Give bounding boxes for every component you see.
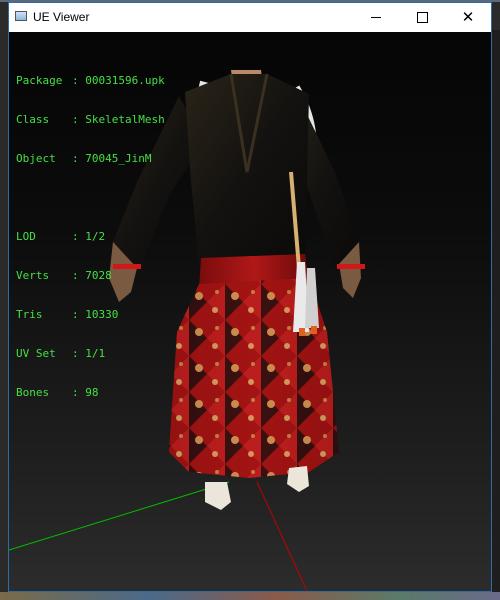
info-object-value: 70045_JinM — [85, 152, 152, 165]
desktop-background-right — [492, 30, 500, 600]
info-verts: Verts: 7028 — [16, 269, 112, 282]
desktop-background-left — [0, 30, 8, 600]
mesh-info-overlay: Package: 00031596.upk Class: SkeletalMes… — [16, 48, 165, 425]
window-title: UE Viewer — [33, 10, 90, 24]
character-left-foot — [205, 482, 231, 510]
info-tris-label: Tris — [16, 308, 43, 321]
ue-viewer-window: UE Viewer ✕ Package: 00031596.upk Class… — [8, 2, 492, 592]
info-object-label: Object — [16, 152, 56, 165]
title-bar[interactable]: UE Viewer ✕ — [9, 3, 491, 32]
info-object: Object: 70045_JinM — [16, 152, 152, 165]
axis-x-line — [256, 481, 308, 591]
maximize-button[interactable] — [399, 3, 445, 32]
info-verts-value: 7028 — [85, 269, 112, 282]
info-lod-value: 1/2 — [85, 230, 106, 243]
minimize-icon — [371, 17, 381, 18]
close-button[interactable]: ✕ — [445, 3, 491, 32]
info-uvset-label: UV Set — [16, 347, 56, 360]
info-uvset: UV Set: 1/1 — [16, 347, 106, 360]
close-icon: ✕ — [461, 8, 475, 26]
info-package-label: Package — [16, 74, 63, 87]
info-bones: Bones: 98 — [16, 386, 99, 399]
minimize-button[interactable] — [353, 3, 399, 32]
info-bones-value: 98 — [85, 386, 99, 399]
info-verts-label: Verts — [16, 269, 50, 282]
info-spacer — [16, 191, 165, 204]
info-class-value: SkeletalMesh — [85, 113, 165, 126]
info-tris-value: 10330 — [85, 308, 119, 321]
desktop-background-bottom — [0, 592, 500, 600]
maximize-icon — [416, 12, 428, 23]
app-icon — [15, 11, 27, 21]
info-class-label: Class — [16, 113, 50, 126]
info-tris: Tris: 10330 — [16, 308, 119, 321]
info-bones-label: Bones — [16, 386, 50, 399]
info-package: Package: 00031596.upk — [16, 74, 165, 87]
3d-viewport[interactable]: Package: 00031596.upk Class: SkeletalMes… — [9, 32, 491, 591]
info-class: Class: SkeletalMesh — [16, 113, 165, 126]
info-uvset-value: 1/1 — [85, 347, 106, 360]
info-package-value: 00031596.upk — [85, 74, 165, 87]
info-lod: LOD: 1/2 — [16, 230, 106, 243]
info-lod-label: LOD — [16, 230, 36, 243]
axis-y-line — [9, 481, 230, 551]
character-right-foot — [287, 466, 309, 492]
